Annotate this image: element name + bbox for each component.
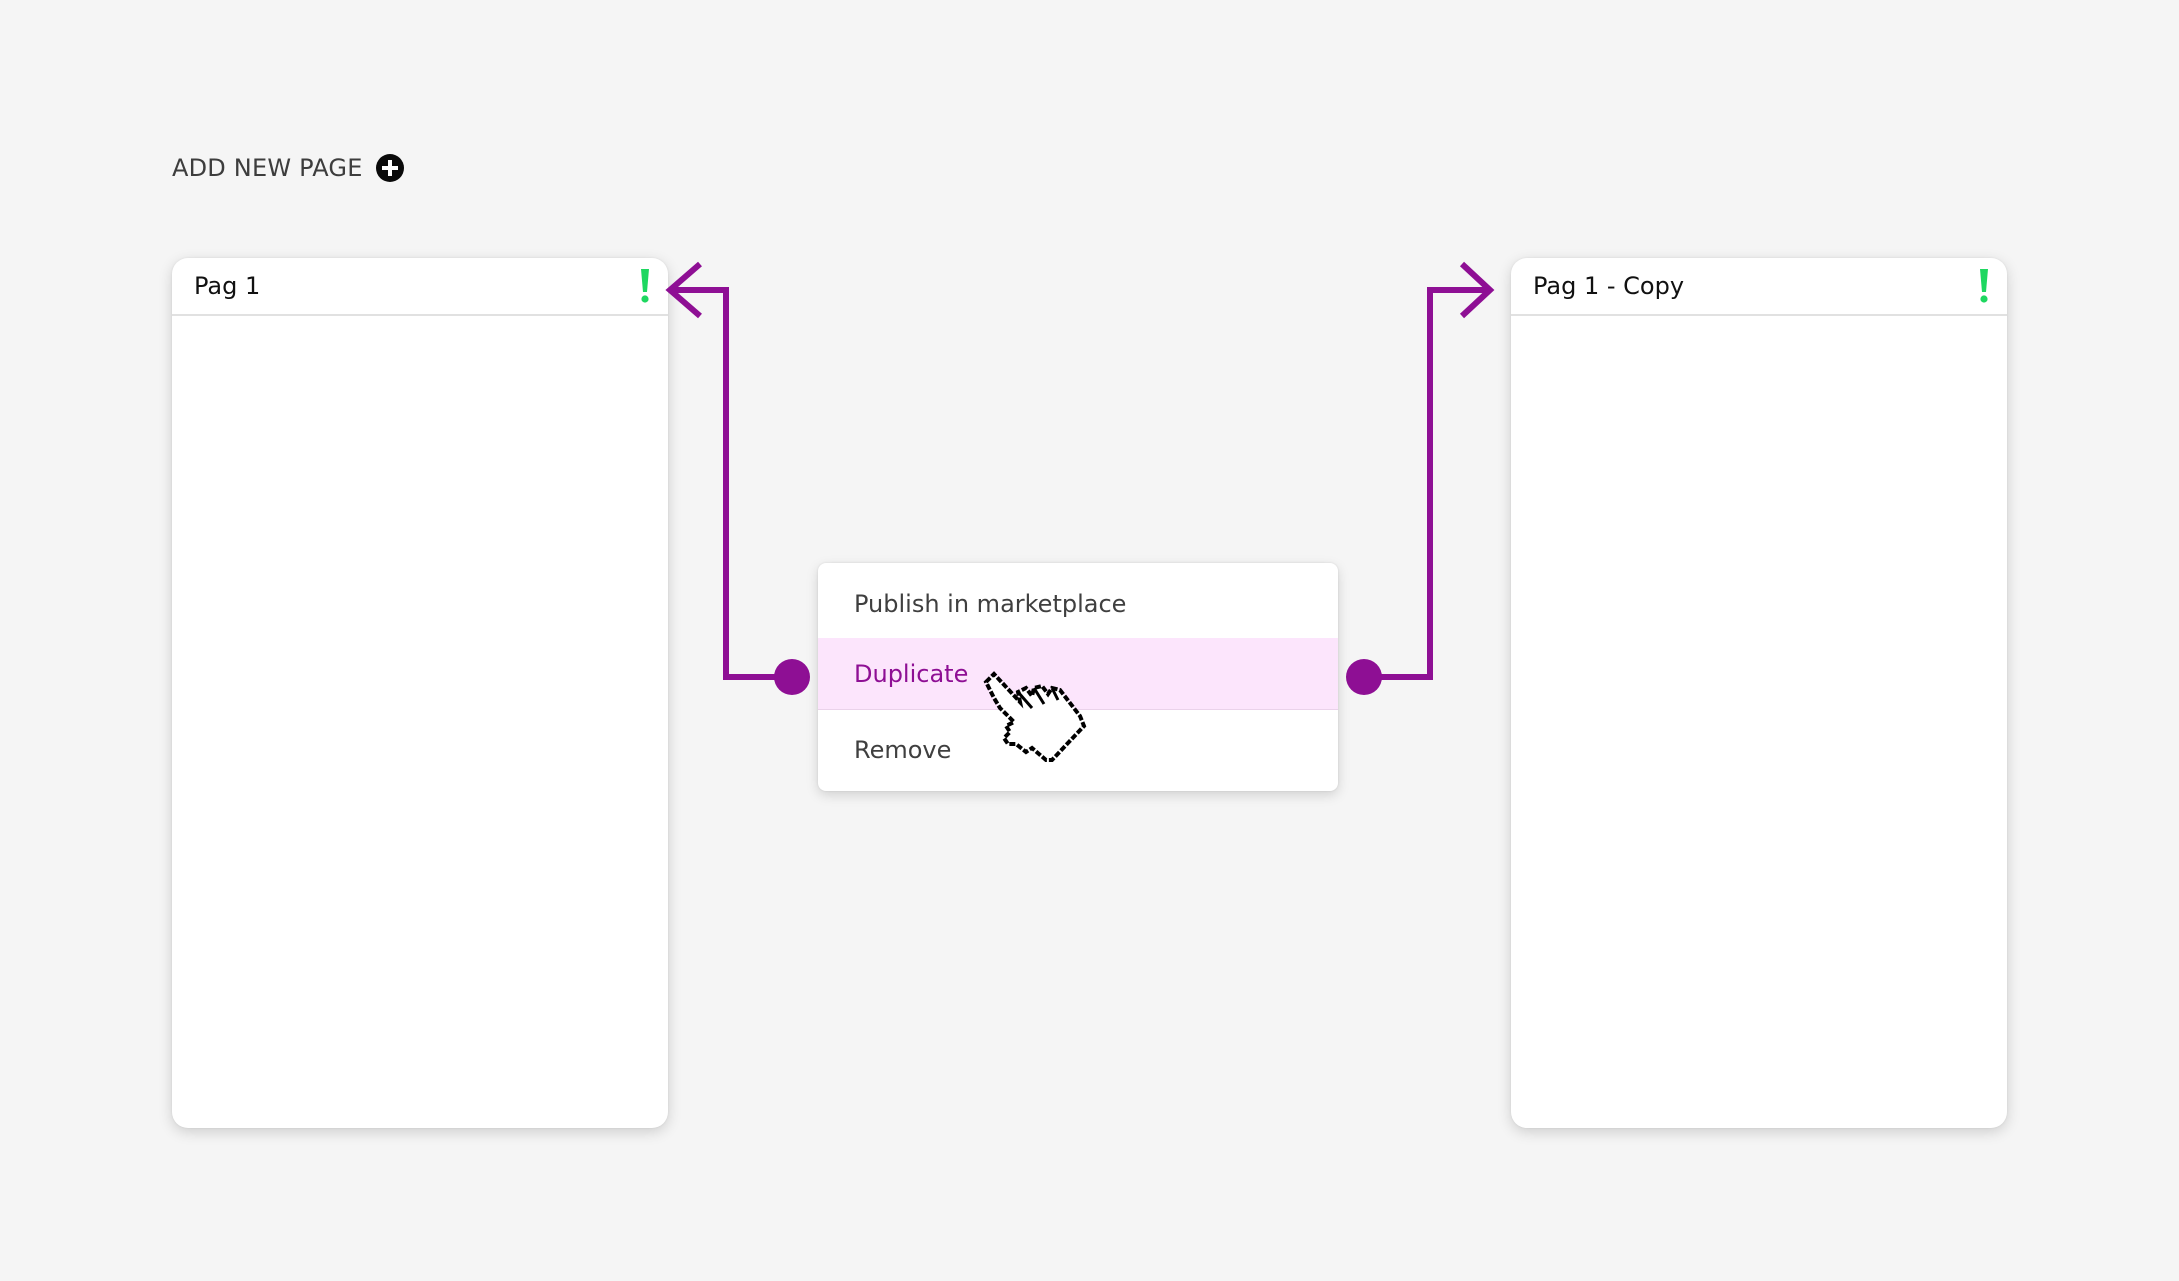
menu-item-label: Duplicate (854, 659, 969, 688)
plus-circle-icon (375, 154, 404, 182)
page-title: Pag 1 - Copy (1533, 272, 1685, 300)
connector-right (1364, 261, 1495, 680)
page-card-original[interactable]: Pag 1 (172, 258, 668, 1128)
page-title: Pag 1 (194, 272, 261, 300)
page-card-header: Pag 1 - Copy (1511, 258, 2007, 316)
exclamation-icon (641, 269, 649, 303)
add-new-page-label: ADD NEW PAGE (172, 154, 363, 182)
connector-left (665, 261, 792, 680)
connector-dot-right (1346, 659, 1382, 695)
menu-item-label: Remove (854, 736, 952, 764)
add-new-page-button[interactable]: ADD NEW PAGE (172, 150, 405, 186)
connector-dot-left (774, 659, 810, 695)
page-card-copy[interactable]: Pag 1 - Copy (1511, 258, 2007, 1128)
page-card-header: Pag 1 (172, 258, 668, 316)
menu-item-label: Publish in marketplace (854, 589, 1127, 618)
menu-item-publish-marketplace[interactable]: Publish in marketplace (818, 563, 1338, 638)
exclamation-icon (1980, 269, 1988, 303)
hand-pointer-icon (983, 671, 1087, 762)
